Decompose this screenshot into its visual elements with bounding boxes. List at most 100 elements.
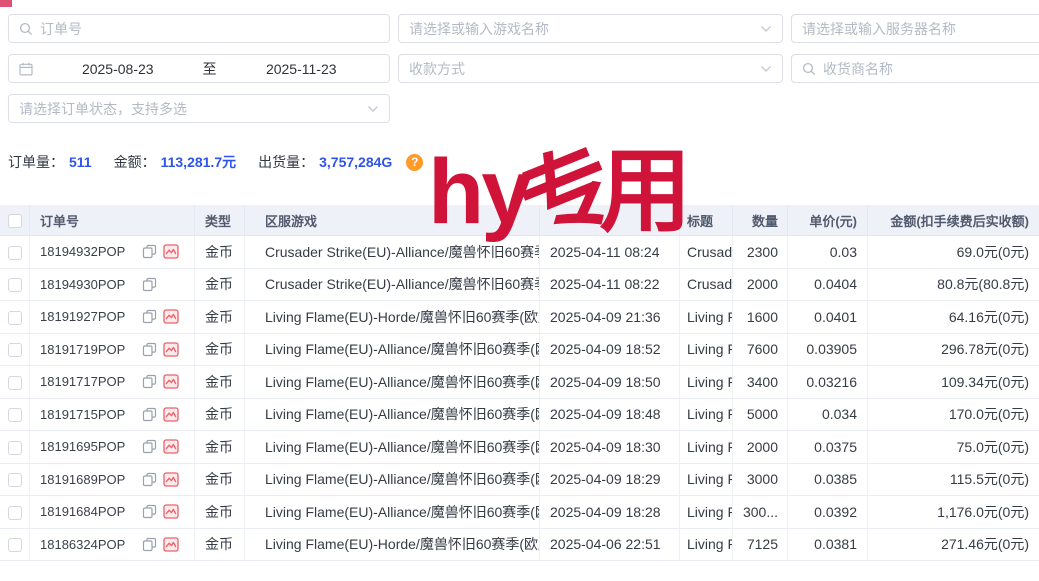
- select-all-checkbox[interactable]: [8, 214, 22, 228]
- order-no: 18191695POP: [40, 439, 125, 454]
- quantity: 300...: [733, 496, 788, 529]
- order-time: 2025-04-09 18:52: [540, 334, 680, 367]
- copy-icon[interactable]: [142, 472, 157, 487]
- row-checkbox[interactable]: [8, 506, 22, 520]
- order-type: 金币: [195, 529, 245, 562]
- chevron-down-icon[interactable]: [760, 25, 772, 33]
- row-checkbox[interactable]: [8, 246, 22, 260]
- copy-icon[interactable]: [142, 277, 157, 292]
- order-time: 2025-04-09 18:28: [540, 496, 680, 529]
- row-checkbox[interactable]: [8, 473, 22, 487]
- row-checkbox[interactable]: [8, 408, 22, 422]
- filter-bar: 2025-08-23 至 2025-11-23: [8, 0, 1039, 123]
- copy-icon[interactable]: [142, 439, 157, 454]
- receiver-name-input[interactable]: [823, 61, 1039, 77]
- order-no: 18191689POP: [40, 472, 125, 487]
- order-title: Crusader: [680, 236, 733, 269]
- table-row: 18191715POP 金币 Living Flame(EU)-Alliance…: [0, 399, 1039, 432]
- order-time: 2025-04-06 22:51: [540, 529, 680, 562]
- date-separator: 至: [203, 59, 217, 79]
- row-checkbox[interactable]: [8, 343, 22, 357]
- corner-artifact: [0, 0, 12, 7]
- image-icon[interactable]: [163, 342, 179, 357]
- date-start[interactable]: 2025-08-23: [40, 61, 196, 77]
- row-checkbox[interactable]: [8, 311, 22, 325]
- image-icon[interactable]: [163, 374, 179, 389]
- copy-icon[interactable]: [142, 537, 157, 552]
- copy-icon[interactable]: [142, 342, 157, 357]
- order-no: 18194932POP: [40, 244, 125, 259]
- order-title: Crusader: [680, 269, 733, 302]
- quantity: 5000: [733, 399, 788, 432]
- order-type: 金币: [195, 431, 245, 464]
- header-type: 类型: [195, 205, 245, 236]
- date-range-picker[interactable]: 2025-08-23 至 2025-11-23: [8, 54, 390, 83]
- date-end[interactable]: 2025-11-23: [224, 61, 380, 77]
- copy-icon[interactable]: [142, 407, 157, 422]
- order-no: 18191717POP: [40, 374, 125, 389]
- order-status-input[interactable]: [19, 101, 360, 117]
- order-type: 金币: [195, 236, 245, 269]
- unit-price: 0.0385: [788, 464, 868, 497]
- table-row: 18194930POP 金币 Crusader Strike(EU)-Allia…: [0, 269, 1039, 302]
- row-checkbox[interactable]: [8, 376, 22, 390]
- order-no: 18191719POP: [40, 342, 125, 357]
- search-icon: [19, 22, 33, 36]
- image-icon[interactable]: [163, 472, 179, 487]
- order-status-select[interactable]: [8, 94, 390, 123]
- header-quantity: 数量: [733, 205, 788, 236]
- game-name-input[interactable]: [409, 21, 753, 37]
- receiver-name-search[interactable]: [791, 54, 1039, 83]
- image-icon[interactable]: [163, 439, 179, 454]
- amount: 69.0元(0元): [868, 236, 1039, 269]
- game-name-select[interactable]: [398, 14, 783, 43]
- amount-label: 金额：: [114, 152, 156, 172]
- order-type: 金币: [195, 334, 245, 367]
- image-icon[interactable]: [163, 244, 179, 259]
- unit-price: 0.0401: [788, 301, 868, 334]
- amount: 64.16元(0元): [868, 301, 1039, 334]
- image-icon[interactable]: [163, 309, 179, 324]
- quantity: 1600: [733, 301, 788, 334]
- order-management-page: 2025-08-23 至 2025-11-23: [0, 0, 1039, 581]
- server-game: Crusader Strike(EU)-Alliance/魔兽怀旧60赛季: [245, 236, 540, 269]
- amount: 109.34元(0元): [868, 366, 1039, 399]
- row-checkbox[interactable]: [8, 441, 22, 455]
- order-time: 2025-04-09 18:30: [540, 431, 680, 464]
- image-icon[interactable]: [163, 504, 179, 519]
- table-row: 18194932POP 金币 Crusader Strike(EU)-Allia…: [0, 236, 1039, 269]
- chevron-down-icon[interactable]: [367, 105, 379, 113]
- server-name-input[interactable]: [802, 21, 1039, 37]
- unit-price: 0.03905: [788, 334, 868, 367]
- order-no: 18194930POP: [40, 277, 125, 292]
- order-type: 金币: [195, 366, 245, 399]
- table-row: 18191719POP 金币 Living Flame(EU)-Alliance…: [0, 334, 1039, 367]
- order-no-search[interactable]: [8, 14, 390, 43]
- search-icon: [802, 62, 816, 76]
- chevron-down-icon[interactable]: [760, 65, 772, 73]
- copy-icon[interactable]: [142, 244, 157, 259]
- order-type: 金币: [195, 496, 245, 529]
- header-unit-price: 单价(元): [788, 205, 868, 236]
- server-game: Living Flame(EU)-Alliance/魔兽怀旧60赛季(欧: [245, 334, 540, 367]
- order-title: Living Fla: [680, 431, 733, 464]
- image-icon[interactable]: [163, 407, 179, 422]
- help-icon[interactable]: ?: [406, 154, 423, 171]
- server-game: Crusader Strike(EU)-Alliance/魔兽怀旧60赛季: [245, 269, 540, 302]
- header-amount: 金额(扣手续费后实收额): [868, 205, 1039, 236]
- copy-icon[interactable]: [142, 504, 157, 519]
- server-name-search[interactable]: [791, 14, 1039, 43]
- image-icon[interactable]: [163, 537, 179, 552]
- amount: 1,176.0元(0元): [868, 496, 1039, 529]
- order-no-input[interactable]: [40, 21, 379, 37]
- server-game: Living Flame(EU)-Alliance/魔兽怀旧60赛季(欧: [245, 496, 540, 529]
- table-row: 18186324POP 金币 Living Flame(EU)-Horde/魔兽…: [0, 529, 1039, 562]
- server-game: Living Flame(EU)-Alliance/魔兽怀旧60赛季(欧: [245, 431, 540, 464]
- row-checkbox[interactable]: [8, 278, 22, 292]
- payment-method-input[interactable]: [409, 61, 753, 77]
- payment-method-select[interactable]: [398, 54, 783, 83]
- table-header-row: 订单号 类型 区服游戏 标题 数量 单价(元) 金额(扣手续费后实收额): [0, 205, 1039, 236]
- copy-icon[interactable]: [142, 374, 157, 389]
- row-checkbox[interactable]: [8, 538, 22, 552]
- copy-icon[interactable]: [142, 309, 157, 324]
